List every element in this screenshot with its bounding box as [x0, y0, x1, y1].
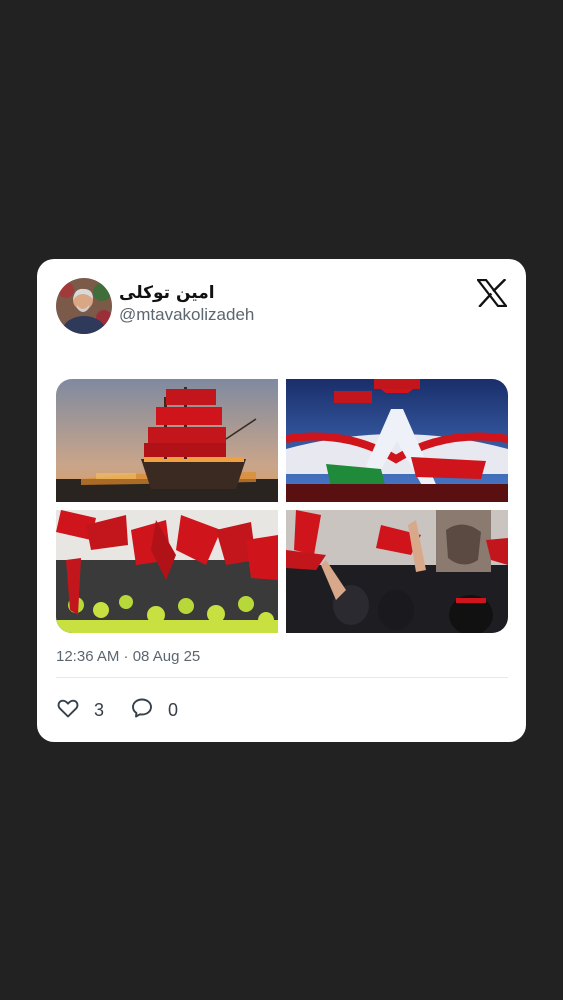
x-logo-icon	[475, 278, 509, 308]
user-handle[interactable]: @mtavakolizadeh	[119, 305, 254, 325]
tweet-timestamp[interactable]: 12:36 AM · 08 Aug 25	[56, 648, 200, 665]
like-button[interactable]: 3	[56, 697, 104, 723]
speech-bubble-icon	[130, 696, 154, 725]
like-count: 3	[94, 699, 105, 720]
crowd-with-red-flags-image[interactable]	[56, 510, 278, 633]
media-grid	[56, 379, 508, 633]
display-name[interactable]: امین توکلی	[119, 283, 215, 303]
reply-count: 0	[168, 699, 179, 720]
azadi-tower-with-flags-image[interactable]	[286, 379, 508, 502]
avatar[interactable]	[56, 278, 112, 334]
reply-button[interactable]: 0	[130, 697, 178, 723]
heart-outline-icon	[56, 696, 80, 725]
tweet-card[interactable]: امین توکلی @mtavakolizadeh 12:36 AM · 08…	[37, 259, 526, 742]
divider	[56, 677, 508, 678]
ship-with-red-banners-image[interactable]	[56, 379, 278, 502]
mourners-raising-flags-image[interactable]	[286, 510, 508, 633]
